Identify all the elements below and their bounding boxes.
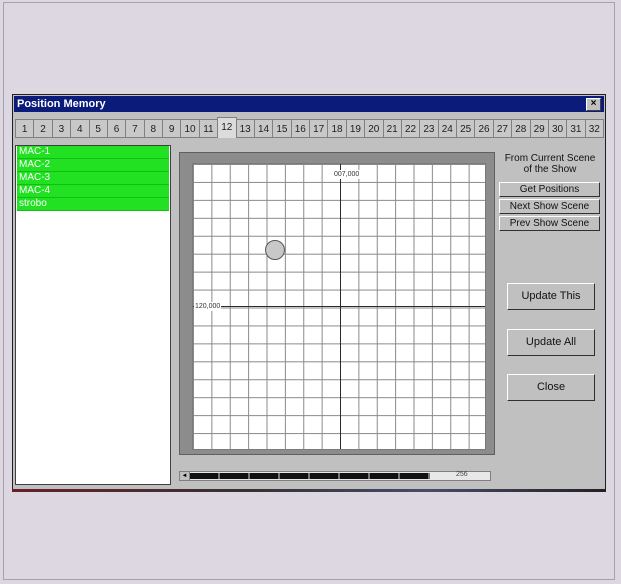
list-item[interactable]: MAC-2 <box>17 159 169 172</box>
scroll-fill <box>190 473 430 479</box>
position-marker[interactable] <box>264 239 285 260</box>
bottom-edge-strip <box>12 489 606 492</box>
next-show-scene-button[interactable]: Next Show Scene <box>499 199 600 214</box>
tab-14[interactable]: 14 <box>253 119 274 138</box>
tab-26[interactable]: 26 <box>474 119 494 138</box>
tab-13[interactable]: 13 <box>235 119 255 138</box>
caption-line-1: From Current Scene <box>504 153 596 164</box>
tab-20[interactable]: 20 <box>364 119 384 138</box>
title-bar: Position Memory × <box>14 96 604 112</box>
horizontal-axis <box>193 306 485 307</box>
tab-5[interactable]: 5 <box>88 119 108 138</box>
list-item[interactable]: MAC-1 <box>17 146 169 159</box>
window-title: Position Memory <box>17 98 106 110</box>
position-plot: 007,000 120,000 <box>179 152 495 455</box>
tab-7[interactable]: 7 <box>125 119 145 138</box>
tab-29[interactable]: 29 <box>529 119 549 138</box>
scroll-left-icon[interactable]: ◄ <box>180 472 190 480</box>
update-this-button[interactable]: Update This <box>507 283 595 310</box>
close-button[interactable]: Close <box>507 374 595 401</box>
tab-1[interactable]: 1 <box>15 119 35 138</box>
tab-8[interactable]: 8 <box>143 119 163 138</box>
tab-18[interactable]: 18 <box>327 119 347 138</box>
position-grid[interactable]: 007,000 120,000 <box>192 163 486 450</box>
tab-4[interactable]: 4 <box>70 119 90 138</box>
tab-11[interactable]: 11 <box>198 119 219 138</box>
close-icon[interactable]: × <box>586 98 601 111</box>
tab-strip: 1 2 3 4 5 6 7 8 9 10 11 12 13 14 15 16 17 18 19 20 21 22 23 24 2… <box>15 117 604 140</box>
tab-12[interactable]: 12 <box>217 117 237 138</box>
tab-2[interactable]: 2 <box>33 119 53 138</box>
tab-16[interactable]: 16 <box>290 119 310 138</box>
tab-25[interactable]: 25 <box>456 119 476 138</box>
value-scrollbar[interactable]: ◄ 256 <box>179 471 491 481</box>
fixture-list[interactable]: MAC-1 MAC-2 MAC-3 MAC-4 strobo <box>15 145 171 485</box>
scroll-value: 256 <box>456 471 468 478</box>
tab-27[interactable]: 27 <box>492 119 513 138</box>
tab-31[interactable]: 31 <box>566 119 586 138</box>
tab-28[interactable]: 28 <box>511 119 531 138</box>
tab-32[interactable]: 32 <box>584 119 604 138</box>
tab-3[interactable]: 3 <box>51 119 72 138</box>
position-memory-window: Position Memory × 1 2 3 4 5 6 7 8 9 10 11 12 13 14 15 1… <box>12 94 606 490</box>
caption-line-2: of the Show <box>523 164 577 175</box>
tab-19[interactable]: 19 <box>345 119 366 138</box>
list-item[interactable]: MAC-4 <box>17 185 169 198</box>
tab-21[interactable]: 21 <box>382 119 402 138</box>
list-item[interactable]: MAC-3 <box>17 172 169 185</box>
tab-22[interactable]: 22 <box>400 119 421 138</box>
tab-6[interactable]: 6 <box>106 119 127 138</box>
tab-17[interactable]: 17 <box>309 119 329 138</box>
y-axis-label: 007,000 <box>333 170 361 179</box>
prev-show-scene-button[interactable]: Prev Show Scene <box>499 216 600 231</box>
tab-9[interactable]: 9 <box>162 119 182 138</box>
update-all-button[interactable]: Update All <box>507 329 595 356</box>
tab-10[interactable]: 10 <box>180 119 200 138</box>
tab-30[interactable]: 30 <box>547 119 568 138</box>
tab-24[interactable]: 24 <box>437 119 457 138</box>
get-positions-button[interactable]: Get Positions <box>499 182 600 197</box>
x-axis-label: 120,000 <box>194 302 222 311</box>
tab-15[interactable]: 15 <box>272 119 292 138</box>
list-item[interactable]: strobo <box>17 198 169 211</box>
tab-23[interactable]: 23 <box>419 119 439 138</box>
side-caption: From Current Scene of the Show <box>497 153 603 175</box>
